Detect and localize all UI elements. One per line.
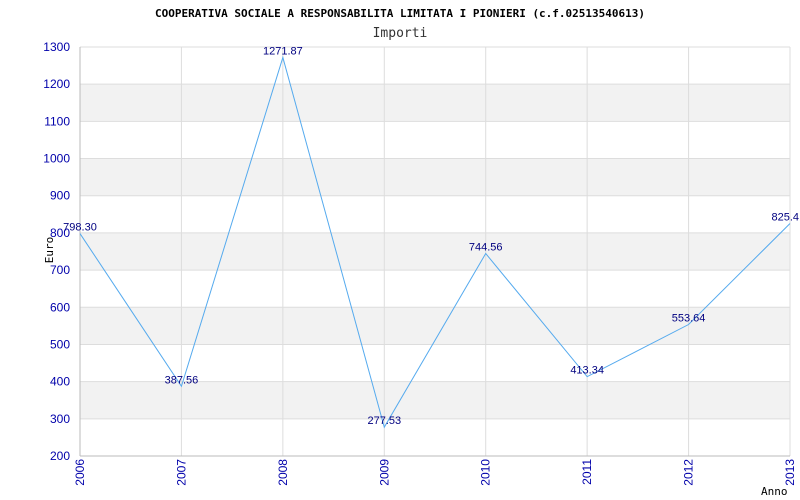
y-tick-label: 400 [50,375,70,389]
y-tick-label: 200 [50,449,70,463]
x-tick-label: 2011 [580,459,594,485]
y-tick-label: 700 [50,263,70,277]
y-tick-label: 1300 [43,40,70,54]
x-tick-label: 2010 [479,459,493,486]
plot-band [80,232,790,271]
data-label: 277.53 [367,415,401,427]
data-label: 798.30 [63,222,97,234]
data-label: 553.64 [672,313,706,325]
y-tick-label: 1000 [43,152,70,166]
x-tick-label: 2006 [73,459,87,486]
x-tick-label: 2007 [174,459,188,486]
x-tick-label: 2008 [276,459,290,486]
y-tick-label: 1100 [44,114,70,128]
chart-title: COOPERATIVA SOCIALE A RESPONSABILITA LIM… [155,7,645,20]
data-label: 1271.87 [263,45,303,57]
data-label: 413.34 [570,365,604,377]
x-tick-labels: 2006 2007 2008 2009 2010 2011 2012 2013 [73,459,797,486]
x-tick-label: 2013 [783,459,797,486]
y-axis-label: Euro [43,237,56,264]
y-tick-label: 300 [50,412,70,426]
x-tick-label: 2012 [682,459,696,486]
data-label: 825.4 [771,211,799,223]
y-tick-label: 900 [50,189,70,203]
plot-band [80,158,790,196]
data-label: 387.56 [165,374,199,386]
y-tick-label: 600 [50,300,70,314]
plot-band [80,381,790,419]
x-tick-label: 2009 [377,459,391,486]
plot-band [80,84,790,122]
y-tick-label: 500 [50,337,70,351]
chart-subtitle: Importi [373,26,428,41]
y-tick-label: 1200 [43,77,70,91]
line-chart: 2003004005006007008009001000110012001300… [43,7,799,498]
data-label: 744.56 [469,242,503,254]
x-axis-label: Anno [761,485,788,498]
